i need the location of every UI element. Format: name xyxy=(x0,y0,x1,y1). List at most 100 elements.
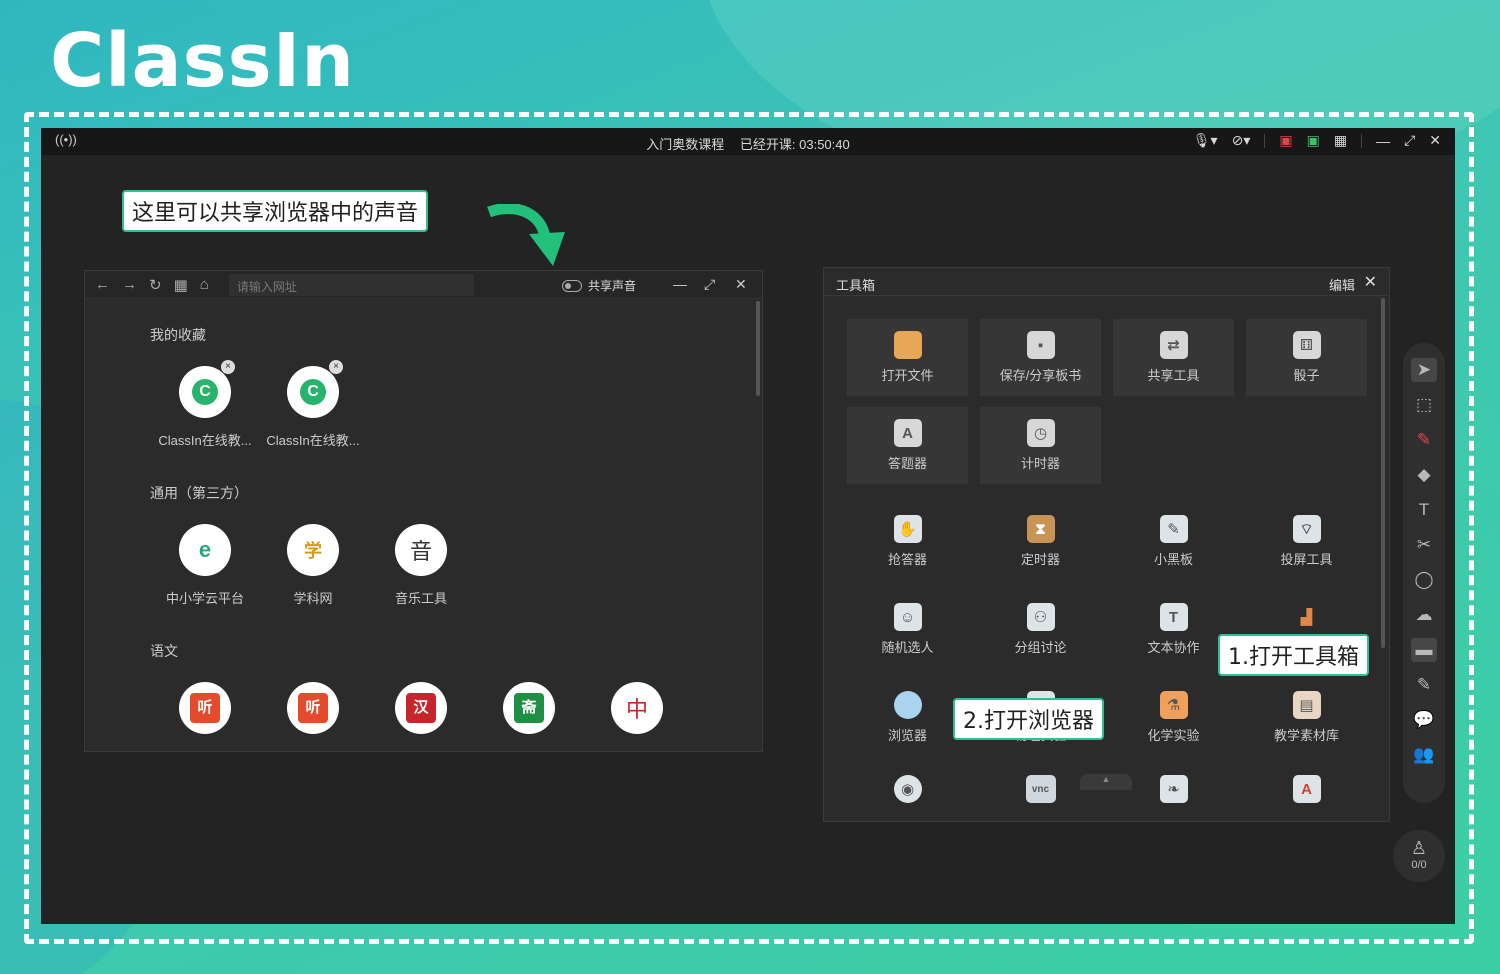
tool-stopwatch[interactable]: ◷ 计时器 xyxy=(980,407,1101,484)
tool-open-file[interactable]: 打开文件 xyxy=(847,319,968,396)
chinese-app-item[interactable]: 斋 xyxy=(469,682,589,734)
random-pick-icon: ☺ xyxy=(893,603,922,631)
chinese-app-item[interactable]: 中 xyxy=(577,682,697,734)
favorite-item[interactable]: C × ClassIn在线教... xyxy=(145,360,265,449)
refresh-icon[interactable]: ↻ xyxy=(149,276,162,294)
edit-button[interactable]: 编辑 xyxy=(1329,275,1355,294)
chinese-app-item[interactable]: 听 xyxy=(145,682,265,734)
chinese-app-item[interactable]: 汉 xyxy=(361,682,481,734)
tool-random-pick[interactable]: ☺ 随机选人 xyxy=(847,591,968,668)
tool-text-collab[interactable]: T 文本协作 xyxy=(1113,591,1234,668)
dictionary-glyph: 汉 xyxy=(406,693,436,723)
expand-icon[interactable]: ⤢ xyxy=(704,276,715,293)
tool-grade[interactable]: A xyxy=(1246,763,1367,840)
tool-buzzer[interactable]: ✋ 抢答器 xyxy=(847,503,968,580)
selection-icon[interactable]: ⬚ xyxy=(1411,393,1437,417)
tool-answer[interactable]: A 答题器 xyxy=(847,407,968,484)
tool-chemistry[interactable]: ⚗ 化学实验 xyxy=(1113,679,1234,756)
tool-webcam[interactable]: ◉ xyxy=(847,763,968,840)
share-sound-label: 共享声音 xyxy=(588,279,637,293)
curved-arrow-icon xyxy=(487,204,565,266)
remove-icon[interactable]: × xyxy=(221,360,235,374)
share-sound-callout: 这里可以共享浏览器中的声音 xyxy=(122,190,429,232)
video-icon[interactable]: ▣ xyxy=(1307,132,1320,149)
toolbox-header: 工具箱 编辑 ✕ xyxy=(824,268,1389,296)
favorite-item[interactable]: C × ClassIn在线教... xyxy=(253,360,373,449)
toolbox-title: 工具箱 xyxy=(836,278,876,293)
general-app-item[interactable]: 学 学科网 xyxy=(253,524,373,607)
back-icon[interactable]: ← xyxy=(95,276,110,293)
grade-icon: A xyxy=(1292,775,1321,803)
tool-label: 小黑板 xyxy=(1153,552,1193,567)
browser-scrollbar[interactable] xyxy=(756,301,760,396)
tool-label: 教学素材库 xyxy=(1273,728,1339,743)
minimize-icon[interactable]: — xyxy=(673,276,687,292)
mic-muted-icon[interactable]: 🎙▾ xyxy=(1193,132,1218,149)
home-icon[interactable]: ⌂ xyxy=(200,276,209,293)
chat-icon[interactable]: 💬 xyxy=(1411,708,1437,732)
edit-icon[interactable]: ✎ xyxy=(1411,673,1437,697)
grid-icon[interactable]: ▦ xyxy=(1334,132,1347,149)
tool-material-library[interactable]: ▤ 教学素材库 xyxy=(1246,679,1367,756)
close-icon[interactable]: ✕ xyxy=(735,276,747,293)
vnc-icon: vnc xyxy=(1025,775,1056,803)
general-app-item[interactable]: e 中小学云平台 xyxy=(145,524,265,607)
cloud-icon[interactable]: ☁ xyxy=(1411,603,1437,627)
general-app-item[interactable]: 音 音乐工具 xyxy=(361,524,481,607)
close-icon[interactable]: ✕ xyxy=(1364,272,1377,292)
toolbox-icon[interactable]: ▬ xyxy=(1411,638,1437,662)
text-icon[interactable]: T xyxy=(1411,498,1437,522)
camera-muted-icon[interactable]: ⊘▾ xyxy=(1232,132,1251,149)
tool-blackboard[interactable]: ✎ 小黑板 xyxy=(1113,503,1234,580)
toggle-switch[interactable] xyxy=(562,279,582,292)
minimize-icon[interactable]: — xyxy=(1376,133,1390,149)
classin-book-icon: ❧ xyxy=(1159,775,1188,803)
tool-cast[interactable]: ⌔ 投屏工具 xyxy=(1246,503,1367,580)
apps-grid-icon[interactable]: ▦ xyxy=(174,276,188,294)
shape-icon[interactable]: ◯ xyxy=(1411,568,1437,592)
section-favorites: 我的收藏 xyxy=(150,327,206,343)
expand-icon[interactable]: ⤢ xyxy=(1404,132,1415,149)
forward-icon[interactable]: → xyxy=(122,276,137,293)
chinese-app-item[interactable]: 听 xyxy=(253,682,373,734)
tool-label: 骰子 xyxy=(1293,368,1320,383)
scissors-icon[interactable]: ✂ xyxy=(1411,533,1437,557)
stopwatch-icon: ◷ xyxy=(1026,419,1055,447)
poetry-glyph: 斋 xyxy=(514,693,544,723)
tool-save-share[interactable]: ▪ 保存/分享板书 xyxy=(980,319,1101,396)
app-label: 中小学云平台 xyxy=(165,591,244,606)
seat-icon: ♙ xyxy=(1410,838,1428,858)
pointer-icon[interactable]: ➤ xyxy=(1411,358,1437,382)
record-icon[interactable]: ▣ xyxy=(1279,132,1292,149)
close-icon[interactable]: ✕ xyxy=(1429,132,1441,149)
tool-group-discussion[interactable]: ⚇ 分组讨论 xyxy=(980,591,1101,668)
toolbox-scrollbar[interactable] xyxy=(1381,298,1385,648)
tool-label: 保存/分享板书 xyxy=(999,368,1082,383)
tool-label: 分组讨论 xyxy=(1014,640,1067,655)
open-toolbox-callout: 1.打开工具箱 xyxy=(1218,634,1369,676)
section-chinese: 语文 xyxy=(150,643,178,659)
section-general: 通用（第三方） xyxy=(150,485,248,501)
eraser-icon[interactable]: ◆ xyxy=(1411,463,1437,487)
tool-timer[interactable]: ⧗ 定时器 xyxy=(980,503,1101,580)
music-tool-icon: 音 xyxy=(395,524,447,576)
course-name: 入门奥数课程 xyxy=(646,137,725,152)
tool-share[interactable]: ⇄ 共享工具 xyxy=(1113,319,1234,396)
share-sound-toggle[interactable]: 共享声音 xyxy=(562,277,636,294)
save-icon: ▪ xyxy=(1026,331,1055,359)
toolbox-panel: 工具箱 编辑 ✕ 打开文件 ▪ 保存/分享板书 ⇄ 共享工具 ⚅ 骰子 A 答题… xyxy=(823,267,1390,822)
collapse-handle[interactable]: ▲ xyxy=(1080,774,1132,790)
tool-browser[interactable]: 浏览器 xyxy=(847,679,968,756)
tool-classin-book[interactable]: ❧ xyxy=(1113,763,1234,840)
tool-dice[interactable]: ⚅ 骰子 xyxy=(1246,319,1367,396)
tool-label: 定时器 xyxy=(1020,552,1060,567)
classin-glyph: C xyxy=(192,379,218,405)
class-timer: 已经开课: 03:50:40 xyxy=(739,137,850,152)
classin-app-icon: C xyxy=(287,366,339,418)
globe-icon xyxy=(893,691,922,719)
seat-counter[interactable]: ♙ 0/0 xyxy=(1393,830,1445,882)
remove-icon[interactable]: × xyxy=(329,360,343,374)
url-input[interactable]: 请输入网址 xyxy=(228,273,474,296)
users-icon[interactable]: 👥 xyxy=(1411,743,1437,767)
pen-icon[interactable]: ✎ xyxy=(1411,428,1437,452)
